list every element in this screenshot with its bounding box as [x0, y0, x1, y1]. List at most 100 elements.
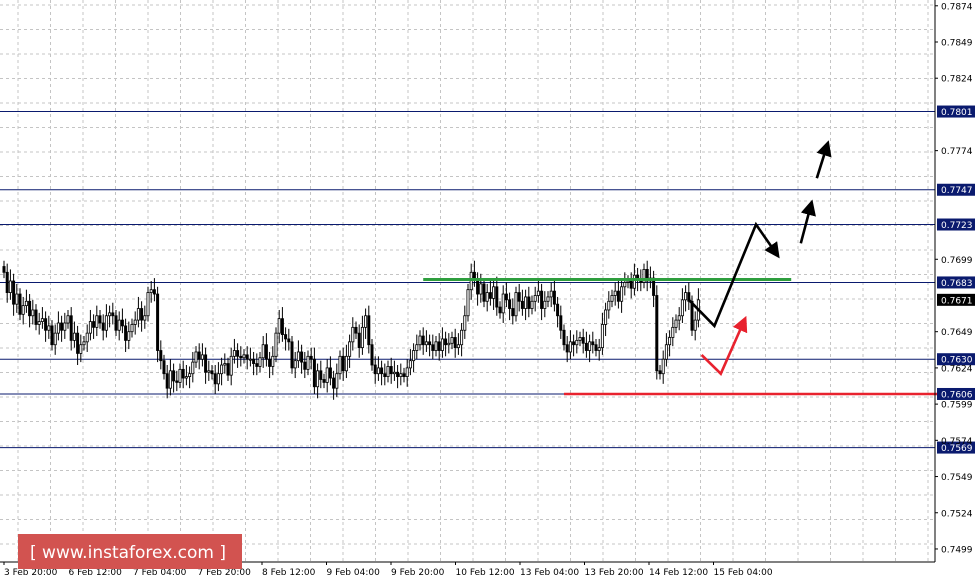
price-tick-label: 0.7574	[941, 437, 973, 447]
candle-body	[37, 321, 41, 325]
candle-body	[536, 290, 540, 296]
candle-body	[549, 290, 553, 298]
candle-body	[2, 266, 6, 273]
candle-body	[530, 300, 534, 309]
candle-body	[229, 355, 233, 376]
candle-body	[498, 306, 502, 314]
candle-body	[492, 286, 496, 299]
candle-body	[332, 377, 336, 389]
time-tick-label: 13 Feb 20:00	[585, 568, 644, 578]
candle-body	[117, 319, 121, 331]
price-tick-label: 0.7849	[941, 39, 973, 49]
candle-body	[255, 363, 259, 367]
candle-body	[354, 326, 358, 334]
candle-body	[575, 339, 579, 346]
candle-body	[140, 308, 144, 321]
candle-body	[664, 344, 668, 360]
candle-body	[236, 350, 240, 357]
candle-body	[428, 341, 432, 346]
candle-body	[136, 308, 140, 321]
candle-body	[60, 322, 64, 331]
candle-body	[328, 367, 332, 379]
candle-body	[181, 368, 185, 379]
candle-body	[172, 370, 176, 382]
candle-body	[588, 341, 592, 351]
candle-body	[671, 326, 675, 338]
candle-body	[444, 338, 448, 346]
candle-body	[450, 337, 454, 344]
candle-body	[220, 364, 224, 375]
candle-body	[373, 364, 377, 375]
candle-body	[517, 292, 521, 302]
candle-body	[152, 289, 156, 295]
price-tick-label: 0.7699	[941, 256, 973, 266]
candle-body	[149, 289, 153, 293]
candle-body	[578, 337, 582, 341]
candle-body	[348, 341, 352, 357]
candle-body	[146, 292, 150, 317]
candle-body	[165, 373, 169, 389]
candle-body	[338, 355, 342, 375]
candle-body	[268, 358, 272, 367]
candle-body	[383, 373, 387, 377]
candle-body	[456, 344, 460, 349]
candle-body	[527, 296, 531, 309]
candle-body	[453, 337, 457, 349]
candle-body	[524, 296, 528, 309]
candle-body	[476, 279, 480, 295]
candle-body	[124, 325, 128, 341]
candle-body	[162, 360, 166, 375]
time-tick-label: 10 Feb 12:00	[456, 568, 515, 578]
candle-body	[277, 318, 281, 334]
time-tick-label: 9 Feb 20:00	[391, 568, 445, 578]
candle-body	[684, 292, 688, 301]
candle-body	[188, 373, 192, 377]
candle-body	[674, 319, 678, 328]
time-tick-label: 15 Feb 04:00	[714, 568, 773, 578]
candle-body	[364, 315, 368, 328]
candle-body	[412, 350, 416, 362]
candle-body	[616, 290, 620, 302]
candle-body	[293, 360, 297, 369]
candle-body	[316, 370, 320, 388]
candle-body	[306, 355, 310, 370]
candle-body	[325, 367, 329, 383]
price-chart: 0.78010.77470.77230.76830.76300.76060.75…	[0, 0, 975, 578]
price-tick-label: 0.7649	[941, 328, 973, 338]
candle-body	[511, 308, 515, 317]
candle-body	[63, 322, 67, 331]
candle-body	[143, 315, 147, 321]
candle-body	[21, 305, 25, 315]
candle-body	[296, 351, 300, 362]
candle-body	[370, 344, 374, 366]
candle-body	[434, 341, 438, 351]
candle-body	[405, 367, 409, 377]
candle-body	[50, 325, 54, 346]
candle-body	[312, 358, 316, 388]
candle-body	[226, 363, 230, 376]
candle-body	[5, 271, 9, 293]
candle-body	[424, 341, 428, 346]
candle-body	[367, 315, 371, 346]
price-tick-label: 0.7524	[941, 509, 973, 519]
candle-body	[460, 329, 464, 346]
candle-body	[175, 380, 179, 383]
candle-body	[632, 274, 636, 289]
candle-body	[232, 350, 236, 357]
candle-body	[594, 344, 598, 351]
candle-body	[261, 344, 265, 359]
candle-body	[623, 282, 627, 288]
candle-body	[485, 292, 489, 302]
candle-body	[335, 373, 339, 389]
candle-body	[98, 315, 102, 324]
candle-body	[178, 368, 182, 383]
candle-body	[127, 331, 131, 341]
candle-body	[386, 366, 390, 377]
candle-body	[482, 283, 486, 302]
candle-body	[565, 344, 569, 353]
candle-body	[53, 332, 57, 346]
candle-body	[584, 342, 588, 351]
candle-body	[344, 355, 348, 372]
candle-body	[309, 355, 313, 360]
candle-body	[568, 341, 572, 353]
